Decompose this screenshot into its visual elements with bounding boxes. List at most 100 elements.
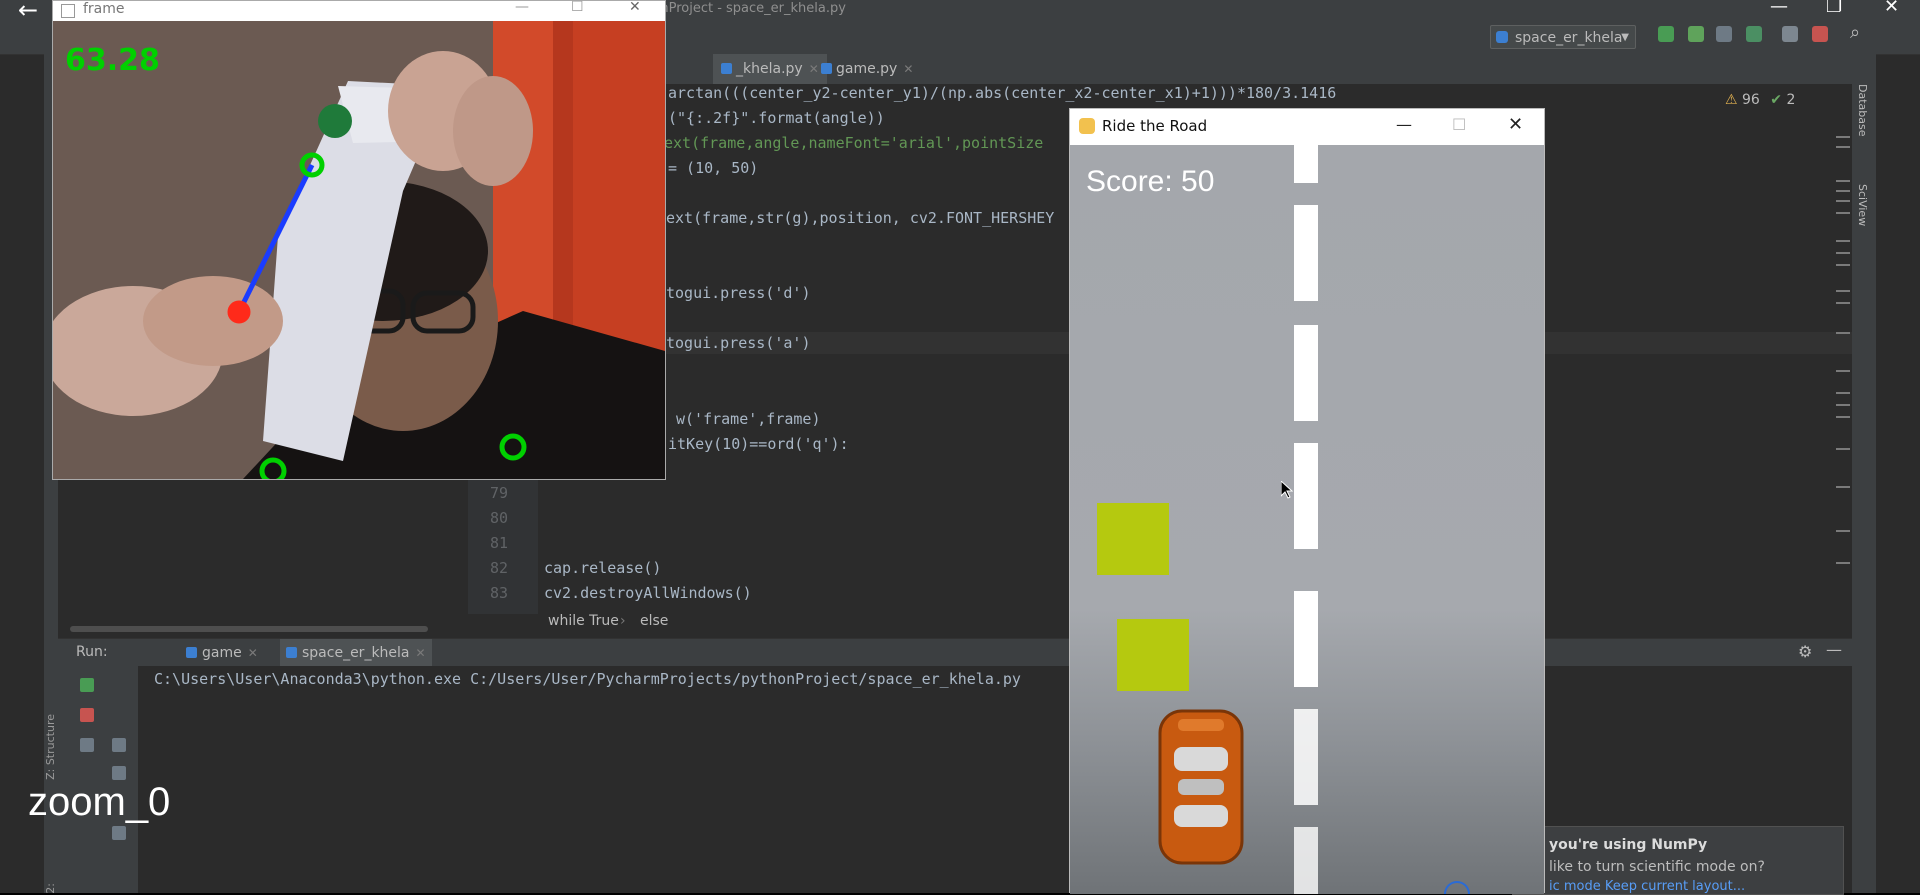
code-line: ext(frame,str(g),position, cv2.FONT_HERS… — [666, 209, 1055, 227]
stripe-marker[interactable] — [1836, 146, 1850, 148]
game-window-titlebar: Ride the Road — ☐ ✕ — [1070, 109, 1544, 145]
maximize-icon[interactable]: ☐ — [571, 0, 584, 15]
stripe-marker[interactable] — [1836, 136, 1850, 138]
window-icon — [61, 4, 75, 18]
tab-label: _khela.py — [736, 61, 803, 77]
notification-links[interactable]: ic mode Keep current layout... — [1549, 879, 1745, 894]
code-line: togui.press('d') — [666, 284, 811, 302]
soft-wrap-icon[interactable] — [112, 738, 126, 752]
warning-icon: ⚠ — [1725, 92, 1738, 108]
maximize-icon[interactable]: ☐ — [1452, 115, 1466, 134]
rerun-icon[interactable] — [1658, 26, 1674, 42]
build-icon[interactable] — [1782, 26, 1798, 42]
lane-dash — [1294, 443, 1318, 549]
restore-icon[interactable]: ❐ — [1826, 0, 1842, 17]
database-tool-label[interactable]: Database — [1856, 84, 1869, 137]
inspection-widget[interactable]: ⚠ 96 ✔ 2 — [1725, 92, 1795, 108]
run-tab-label: space_er_khela — [302, 645, 410, 661]
coverage-icon[interactable] — [1716, 26, 1732, 42]
stripe-marker[interactable] — [1836, 190, 1850, 192]
breadcrumb-item[interactable]: else — [640, 613, 668, 629]
stripe-marker[interactable] — [1836, 290, 1850, 292]
code-line: cap.release() — [544, 559, 662, 577]
tab-space-er-khela[interactable]: _khela.py ✕ — [713, 54, 827, 84]
stop-icon[interactable] — [1812, 26, 1828, 42]
back-arrow-icon[interactable]: ← — [18, 0, 38, 24]
stripe-marker[interactable] — [1836, 200, 1850, 202]
notification-title: you're using NumPy — [1549, 837, 1708, 853]
gear-icon[interactable]: ⚙ — [1798, 642, 1812, 661]
structure-tool-label[interactable]: Z: Structure — [44, 714, 57, 780]
stripe-marker[interactable] — [1836, 332, 1850, 334]
stripe-marker[interactable] — [1836, 302, 1850, 304]
mouse-cursor-icon — [1281, 481, 1293, 499]
debug-icon[interactable] — [1688, 26, 1704, 42]
close-icon[interactable]: ✕ — [248, 646, 258, 660]
obstacle-block — [1097, 503, 1169, 575]
tab-game[interactable]: game.py ✕ — [813, 54, 921, 84]
stripe-marker[interactable] — [1836, 416, 1850, 418]
profile-icon[interactable] — [1746, 26, 1762, 42]
stop-icon[interactable] — [80, 708, 94, 722]
check-icon: ✔ — [1770, 92, 1783, 108]
numpy-notification[interactable]: you're using NumPy like to turn scientif… — [1512, 826, 1844, 895]
camera-frame-window: frame — ☐ ✕ 63.28 — [52, 0, 666, 480]
code-line: ("{:.2f}".format(angle)) — [668, 109, 885, 127]
code-line: togui.press('a') — [666, 334, 811, 352]
rerun-icon[interactable] — [80, 678, 94, 692]
zoom-label: zoom_0 — [28, 780, 171, 824]
close-icon[interactable]: ✕ — [416, 646, 426, 660]
code-line: = (10, 50) — [668, 159, 759, 177]
minimize-icon[interactable]: — — [515, 0, 529, 15]
layout-icon[interactable] — [80, 738, 94, 752]
stripe-marker[interactable] — [1836, 392, 1850, 394]
stripe-marker[interactable] — [1836, 212, 1850, 214]
run-tab-game[interactable]: game ✕ — [180, 639, 264, 667]
code-line: ext(frame,angle,nameFont='arial',pointSi… — [664, 134, 1044, 152]
horizontal-scrollbar[interactable] — [70, 626, 428, 632]
lane-dash — [1294, 827, 1318, 894]
stripe-marker[interactable] — [1836, 264, 1850, 266]
console-command: C:\Users\User\Anaconda3\python.exe C:/Us… — [154, 670, 1021, 688]
line-number: 83 — [489, 584, 508, 602]
sciview-tool-label[interactable]: SciView — [1856, 184, 1869, 226]
chevron-down-icon: ▼ — [1621, 32, 1629, 43]
minimize-panel-icon[interactable]: — — [1826, 640, 1842, 659]
close-icon[interactable]: ✕ — [903, 62, 913, 76]
lane-dash — [1294, 709, 1318, 805]
stripe-marker[interactable] — [1836, 448, 1850, 450]
search-icon[interactable]: ⌕ — [1850, 22, 1860, 43]
camera-window-title: frame — [83, 1, 125, 17]
run-label: Run: — [76, 644, 108, 660]
line-number: 82 — [489, 559, 508, 577]
game-window: Ride the Road — ☐ ✕ Score: 50 — [1069, 108, 1545, 894]
close-icon[interactable]: ✕ — [1884, 0, 1899, 17]
minimize-icon[interactable]: — — [1770, 0, 1788, 17]
scroll-to-end-icon[interactable] — [112, 766, 126, 780]
trash-icon[interactable] — [112, 826, 126, 840]
notification-body: like to turn scientific mode on? — [1549, 859, 1765, 875]
breadcrumb-item[interactable]: while True — [548, 613, 619, 629]
stripe-marker[interactable] — [1836, 530, 1850, 532]
close-icon[interactable]: ✕ — [629, 0, 641, 15]
line-number: 79 — [489, 484, 508, 502]
run-config-select[interactable]: space_er_khela ▼ — [1490, 25, 1636, 49]
stripe-marker[interactable] — [1836, 240, 1850, 242]
stripe-marker[interactable] — [1836, 252, 1850, 254]
python-file-icon — [821, 63, 832, 74]
ide-title: ...onProject - space_er_khela.py — [640, 1, 846, 16]
stripe-marker[interactable] — [1836, 562, 1850, 564]
lane-dash — [1294, 591, 1318, 687]
lane-dash — [1294, 205, 1318, 301]
code-line: arctan(((center_y2-center_y1)/(np.abs(ce… — [668, 84, 1337, 102]
stripe-marker[interactable] — [1836, 486, 1850, 488]
run-tab-space-er-khela[interactable]: space_er_khela ✕ — [280, 639, 432, 667]
minimize-icon[interactable]: — — [1396, 115, 1412, 134]
obstacle-block — [1117, 619, 1189, 691]
stripe-marker[interactable] — [1836, 180, 1850, 182]
stripe-marker[interactable] — [1836, 404, 1850, 406]
stripe-marker[interactable] — [1836, 370, 1850, 372]
game-canvas[interactable]: Score: 50 — [1070, 145, 1544, 894]
run-toolwindow-header: Run: game ✕ space_er_khela ✕ ⚙ — — [58, 638, 1852, 667]
close-icon[interactable]: ✕ — [1508, 114, 1523, 135]
